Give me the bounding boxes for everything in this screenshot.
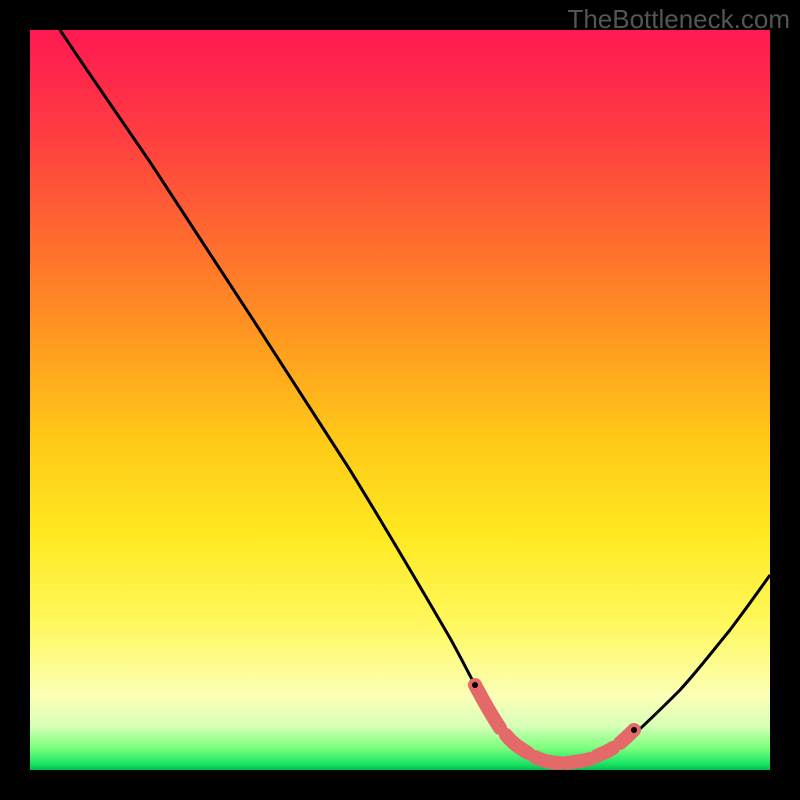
watermark-text: TheBottleneck.com bbox=[567, 4, 790, 35]
plot-area bbox=[30, 30, 770, 770]
marker-band bbox=[475, 685, 634, 763]
chart-container: TheBottleneck.com bbox=[0, 0, 800, 800]
bottleneck-curve-line bbox=[60, 30, 770, 763]
bottleneck-curve-svg bbox=[30, 30, 770, 770]
marker-end-left bbox=[472, 682, 478, 688]
marker-end-right bbox=[631, 727, 637, 733]
